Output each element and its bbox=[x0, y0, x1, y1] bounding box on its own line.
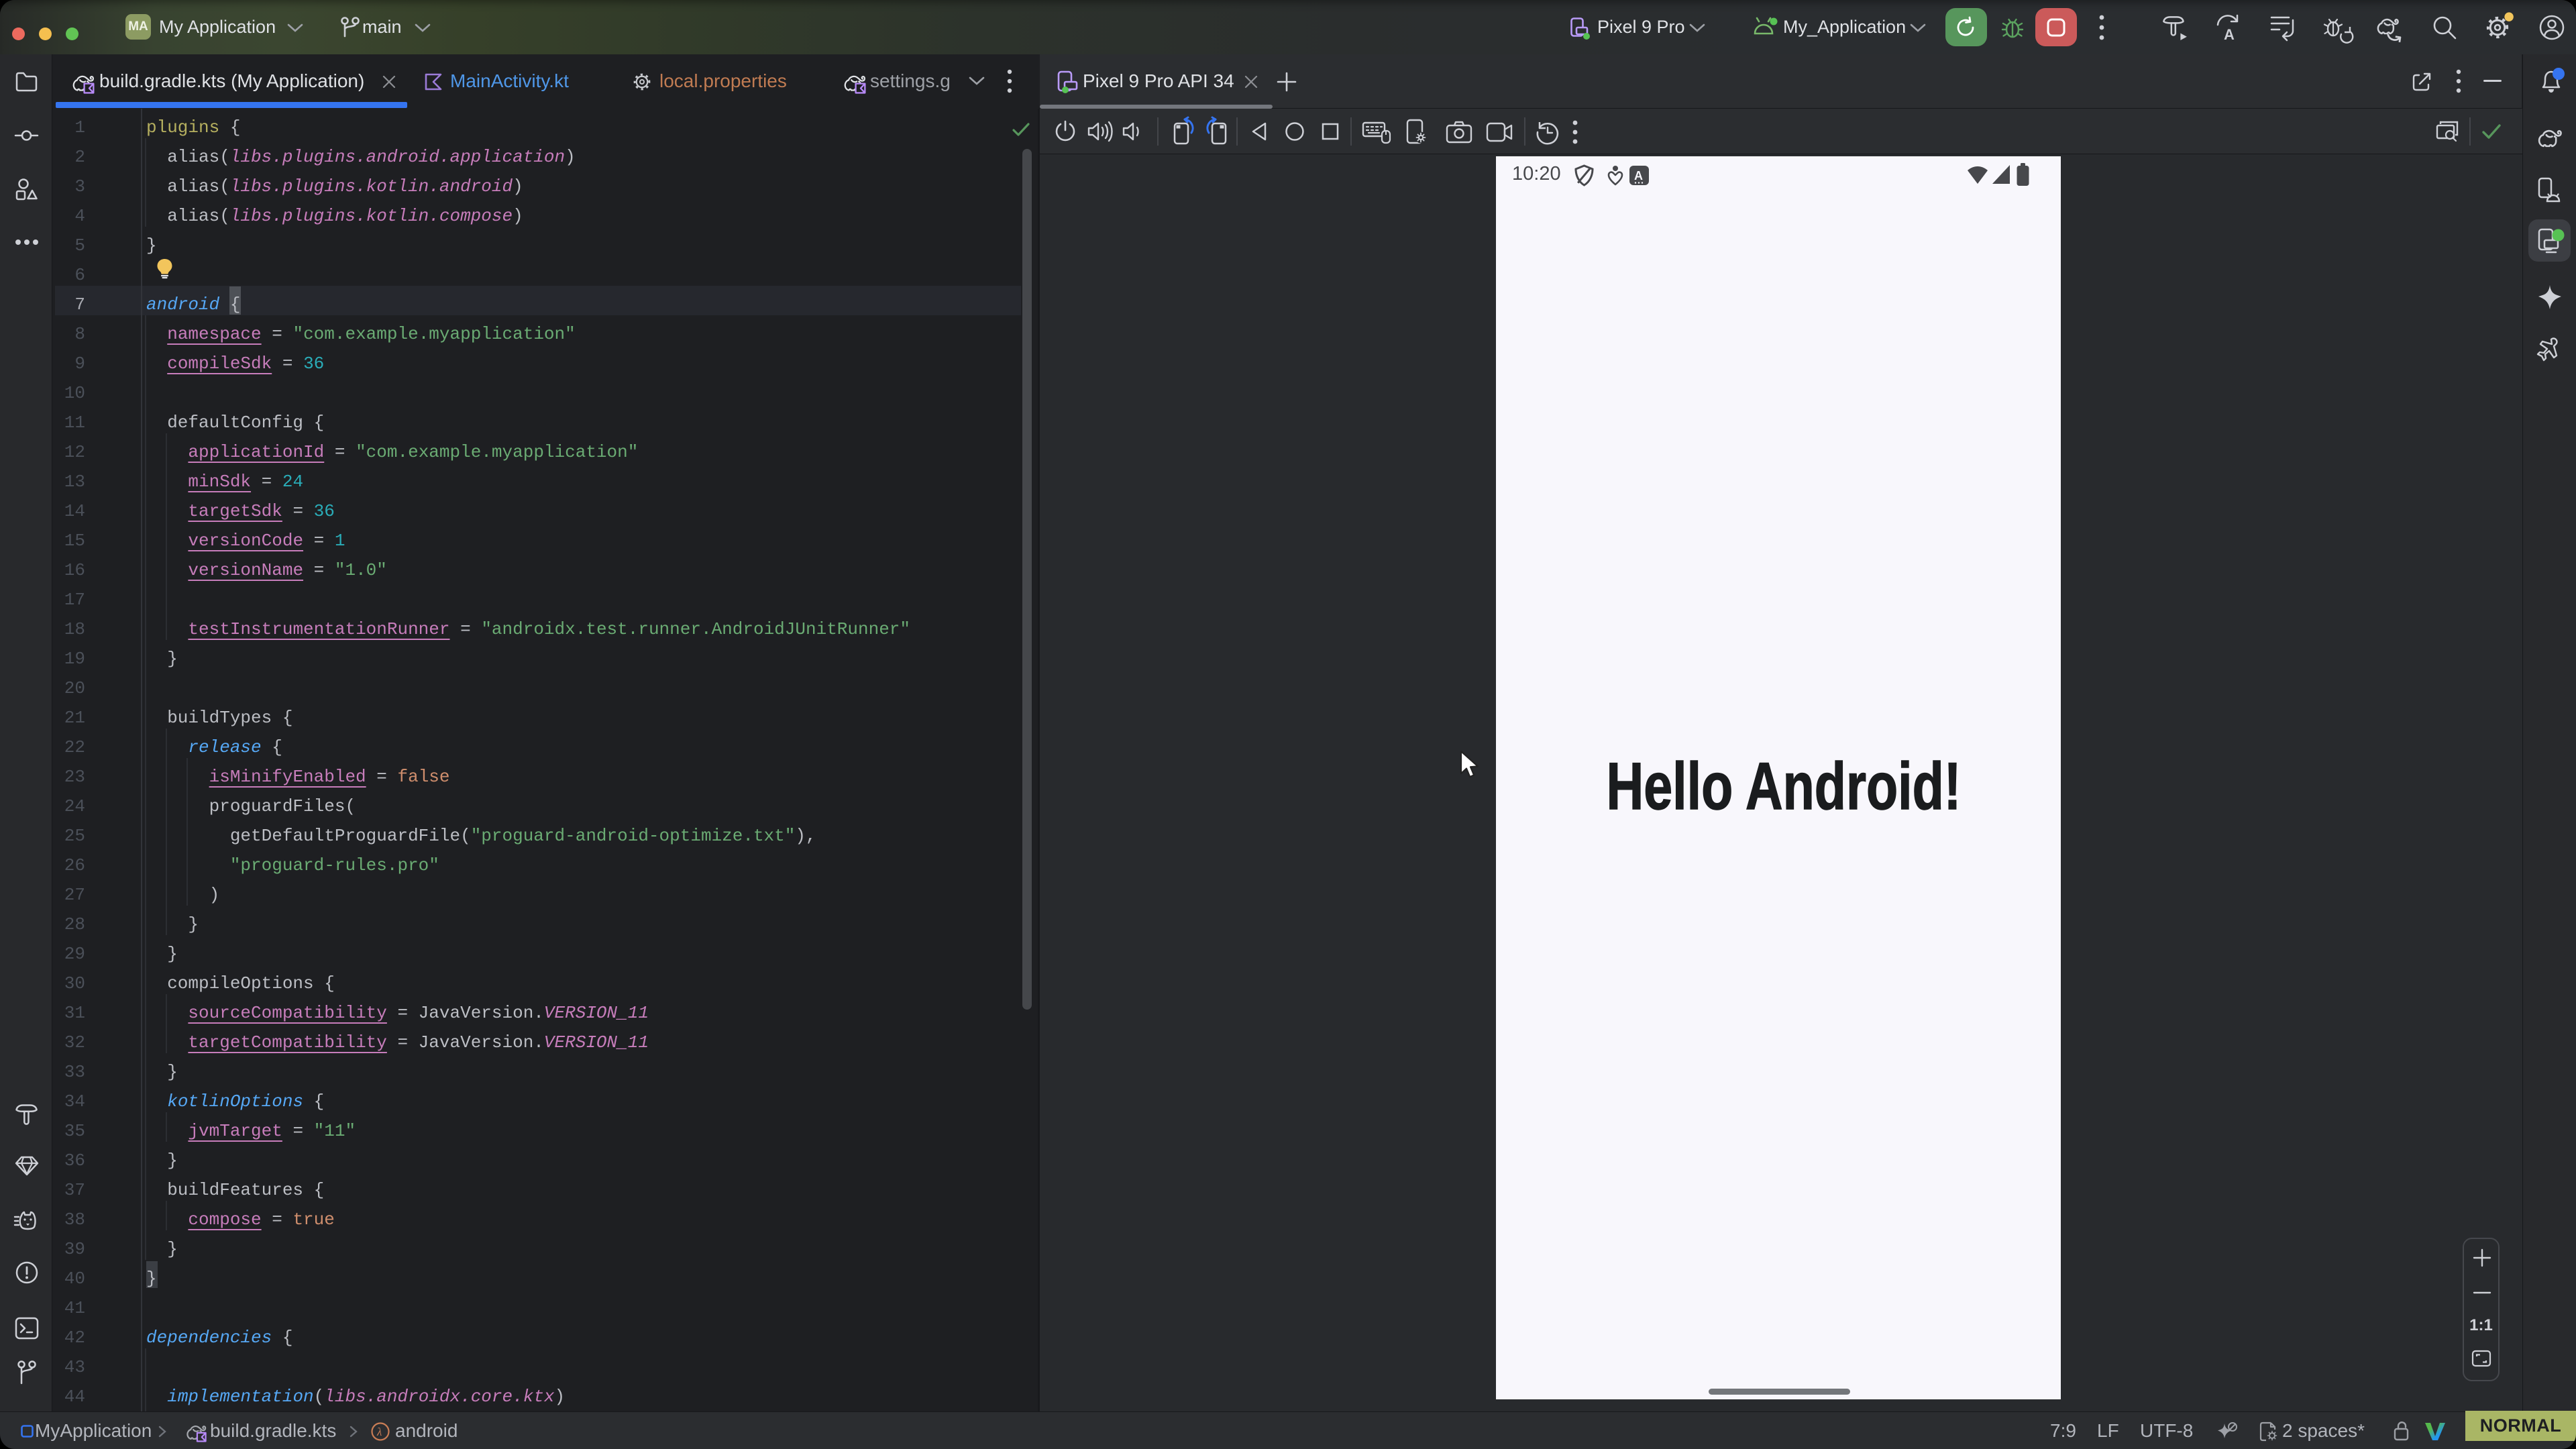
svg-text:A: A bbox=[2224, 26, 2235, 43]
svg-text:A: A bbox=[1634, 169, 1643, 182]
svg-text:λ: λ bbox=[376, 1426, 382, 1438]
